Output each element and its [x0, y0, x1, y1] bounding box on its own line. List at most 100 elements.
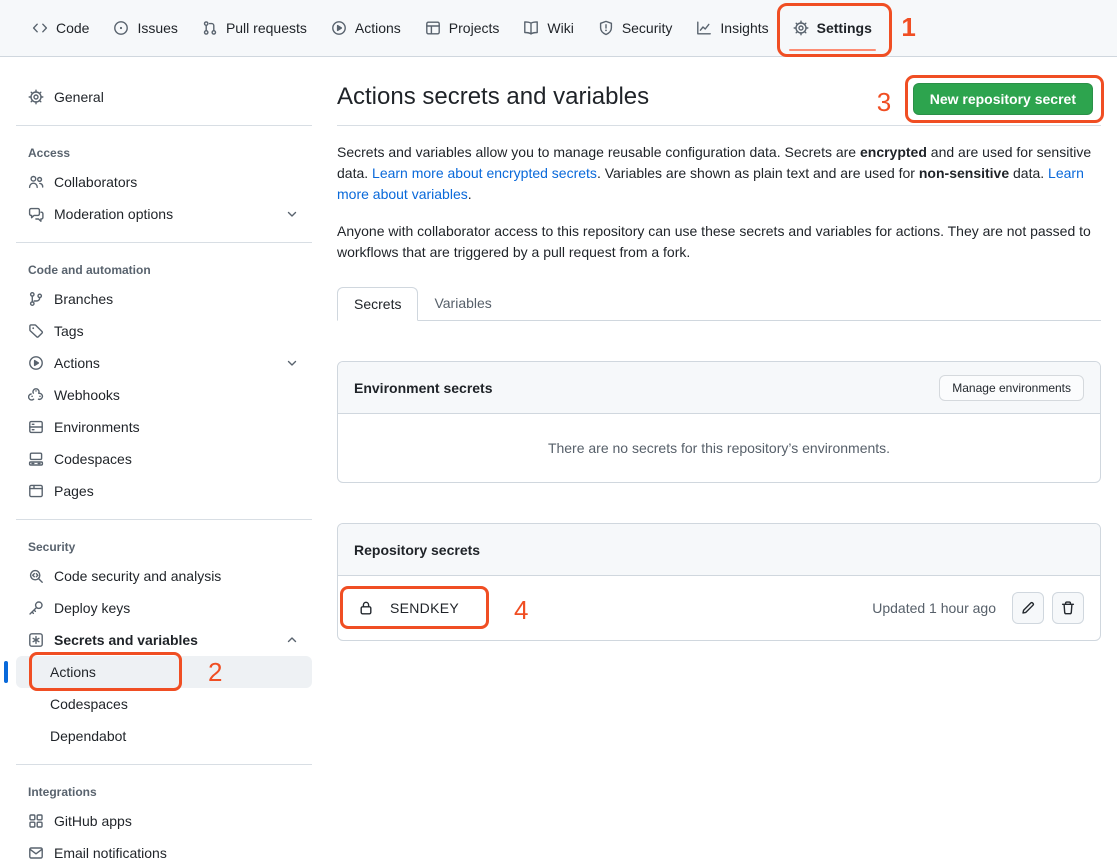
sidebar-item-label: GitHub apps: [54, 813, 132, 829]
sidebar-item-code-security[interactable]: Code security and analysis: [16, 560, 312, 592]
secret-name: SENDKEY: [390, 600, 459, 616]
tab-variables[interactable]: Variables: [418, 287, 507, 320]
tab-security[interactable]: Security: [590, 14, 681, 42]
settings-sidebar: General Access Collaborators Moderation …: [0, 57, 320, 867]
key-asterisk-icon: [28, 632, 44, 648]
issue-opened-icon: [113, 20, 129, 36]
sidebar-item-environments[interactable]: Environments: [16, 411, 312, 443]
sidebar-section-security: Security: [16, 532, 312, 560]
sidebar-item-branches[interactable]: Branches: [16, 283, 312, 315]
secrets-variables-tabs: Secrets Variables: [337, 287, 1101, 321]
main-content: Actions secrets and variables New reposi…: [320, 57, 1117, 641]
comment-discussion-icon: [28, 206, 44, 222]
play-icon: [28, 355, 44, 371]
annotation-label-2: 2: [208, 659, 222, 685]
tab-projects[interactable]: Projects: [417, 14, 508, 42]
environment-secrets-header: Environment secrets Manage environments: [338, 362, 1100, 414]
tab-label: Security: [622, 20, 673, 36]
codescan-icon: [28, 568, 44, 584]
divider: [16, 242, 312, 243]
code-icon: [32, 20, 48, 36]
sidebar-item-email-notifications[interactable]: Email notifications: [16, 837, 312, 867]
tab-secrets[interactable]: Secrets: [337, 287, 418, 321]
active-item-marker: [4, 661, 8, 683]
git-branch-icon: [28, 291, 44, 307]
sidebar-item-label: Actions: [54, 355, 100, 371]
tab-issues[interactable]: Issues: [105, 14, 185, 42]
sidebar-item-deploy-keys[interactable]: Deploy keys: [16, 592, 312, 624]
sidebar-item-general[interactable]: General: [16, 81, 312, 113]
sidebar-item-collaborators[interactable]: Collaborators: [16, 166, 312, 198]
apps-icon: [28, 813, 44, 829]
sidebar-item-secrets-actions[interactable]: Actions 2: [16, 656, 312, 688]
sidebar-item-secrets-dependabot[interactable]: Dependabot: [16, 720, 312, 752]
tab-label: Actions: [355, 20, 401, 36]
sidebar-item-github-apps[interactable]: GitHub apps: [16, 805, 312, 837]
tab-pull-requests[interactable]: Pull requests: [194, 14, 315, 42]
annotation-label-3: 3: [877, 89, 891, 115]
tab-code[interactable]: Code: [24, 14, 97, 42]
sidebar-item-moderation-options[interactable]: Moderation options: [16, 198, 312, 230]
sidebar-item-label: Environments: [54, 419, 140, 435]
sidebar-item-webhooks[interactable]: Webhooks: [16, 379, 312, 411]
chevron-down-icon: [284, 355, 300, 371]
key-icon: [28, 600, 44, 616]
sidebar-item-label: Tags: [54, 323, 84, 339]
repo-tab-nav: Code Issues Pull requests Actions Projec…: [0, 0, 1117, 57]
learn-more-encrypted-secrets-link[interactable]: Learn more about encrypted secrets: [372, 165, 597, 181]
intro-text: Secrets and variables allow you to manag…: [337, 144, 860, 160]
gear-icon: [793, 20, 809, 36]
chevron-down-icon: [284, 206, 300, 222]
page-subhead: Actions secrets and variables New reposi…: [337, 81, 1101, 126]
play-icon: [331, 20, 347, 36]
secret-updated-timestamp: Updated 1 hour ago: [872, 600, 996, 616]
sidebar-item-codespaces[interactable]: Codespaces: [16, 443, 312, 475]
sidebar-section-access: Access: [16, 138, 312, 166]
sidebar-item-label: Branches: [54, 291, 113, 307]
sidebar-section-integrations: Integrations: [16, 777, 312, 805]
environment-secrets-panel: Environment secrets Manage environments …: [337, 361, 1101, 483]
people-icon: [28, 174, 44, 190]
intro-text: .: [468, 186, 472, 202]
intro-bold: non-sensitive: [919, 165, 1009, 181]
secret-row: SENDKEY 4 Updated 1 hour ago: [338, 576, 1100, 640]
annotation-label-4: 4: [514, 597, 528, 623]
environment-secrets-empty-message: There are no secrets for this repository…: [338, 414, 1100, 482]
tab-label: Insights: [720, 20, 768, 36]
lock-icon: [358, 600, 374, 616]
sidebar-item-label: Moderation options: [54, 206, 173, 222]
tab-insights[interactable]: Insights: [688, 14, 776, 42]
divider: [16, 125, 312, 126]
sidebar-section-code-automation: Code and automation: [16, 255, 312, 283]
trash-icon: [1060, 600, 1076, 616]
sidebar-item-pages[interactable]: Pages: [16, 475, 312, 507]
sidebar-item-secrets-and-variables[interactable]: Secrets and variables: [16, 624, 312, 656]
new-repository-secret-button[interactable]: New repository secret: [913, 83, 1093, 115]
tab-settings[interactable]: Settings 1: [785, 14, 880, 42]
sidebar-item-tags[interactable]: Tags: [16, 315, 312, 347]
edit-secret-button[interactable]: [1012, 592, 1044, 624]
intro-paragraph-1: Secrets and variables allow you to manag…: [337, 142, 1101, 205]
sidebar-item-label: Webhooks: [54, 387, 120, 403]
sidebar-item-label: Actions: [50, 664, 96, 680]
sidebar-item-label: Codespaces: [54, 451, 132, 467]
webhook-icon: [28, 387, 44, 403]
tab-label: Wiki: [547, 20, 573, 36]
tab-actions[interactable]: Actions: [323, 14, 409, 42]
tab-wiki[interactable]: Wiki: [515, 14, 581, 42]
panel-title: Repository secrets: [354, 542, 480, 558]
manage-environments-button[interactable]: Manage environments: [939, 375, 1084, 401]
delete-secret-button[interactable]: [1052, 592, 1084, 624]
repository-secrets-header: Repository secrets: [338, 524, 1100, 576]
sidebar-item-label: Collaborators: [54, 174, 137, 190]
tab-label: Code: [56, 20, 89, 36]
tag-icon: [28, 323, 44, 339]
intro-paragraph-2: Anyone with collaborator access to this …: [337, 221, 1101, 263]
book-icon: [523, 20, 539, 36]
git-pull-request-icon: [202, 20, 218, 36]
sidebar-item-actions[interactable]: Actions: [16, 347, 312, 379]
annotation-label-1: 1: [901, 14, 915, 40]
sidebar-item-secrets-codespaces[interactable]: Codespaces: [16, 688, 312, 720]
tab-label: Issues: [137, 20, 177, 36]
tab-label: Projects: [449, 20, 500, 36]
